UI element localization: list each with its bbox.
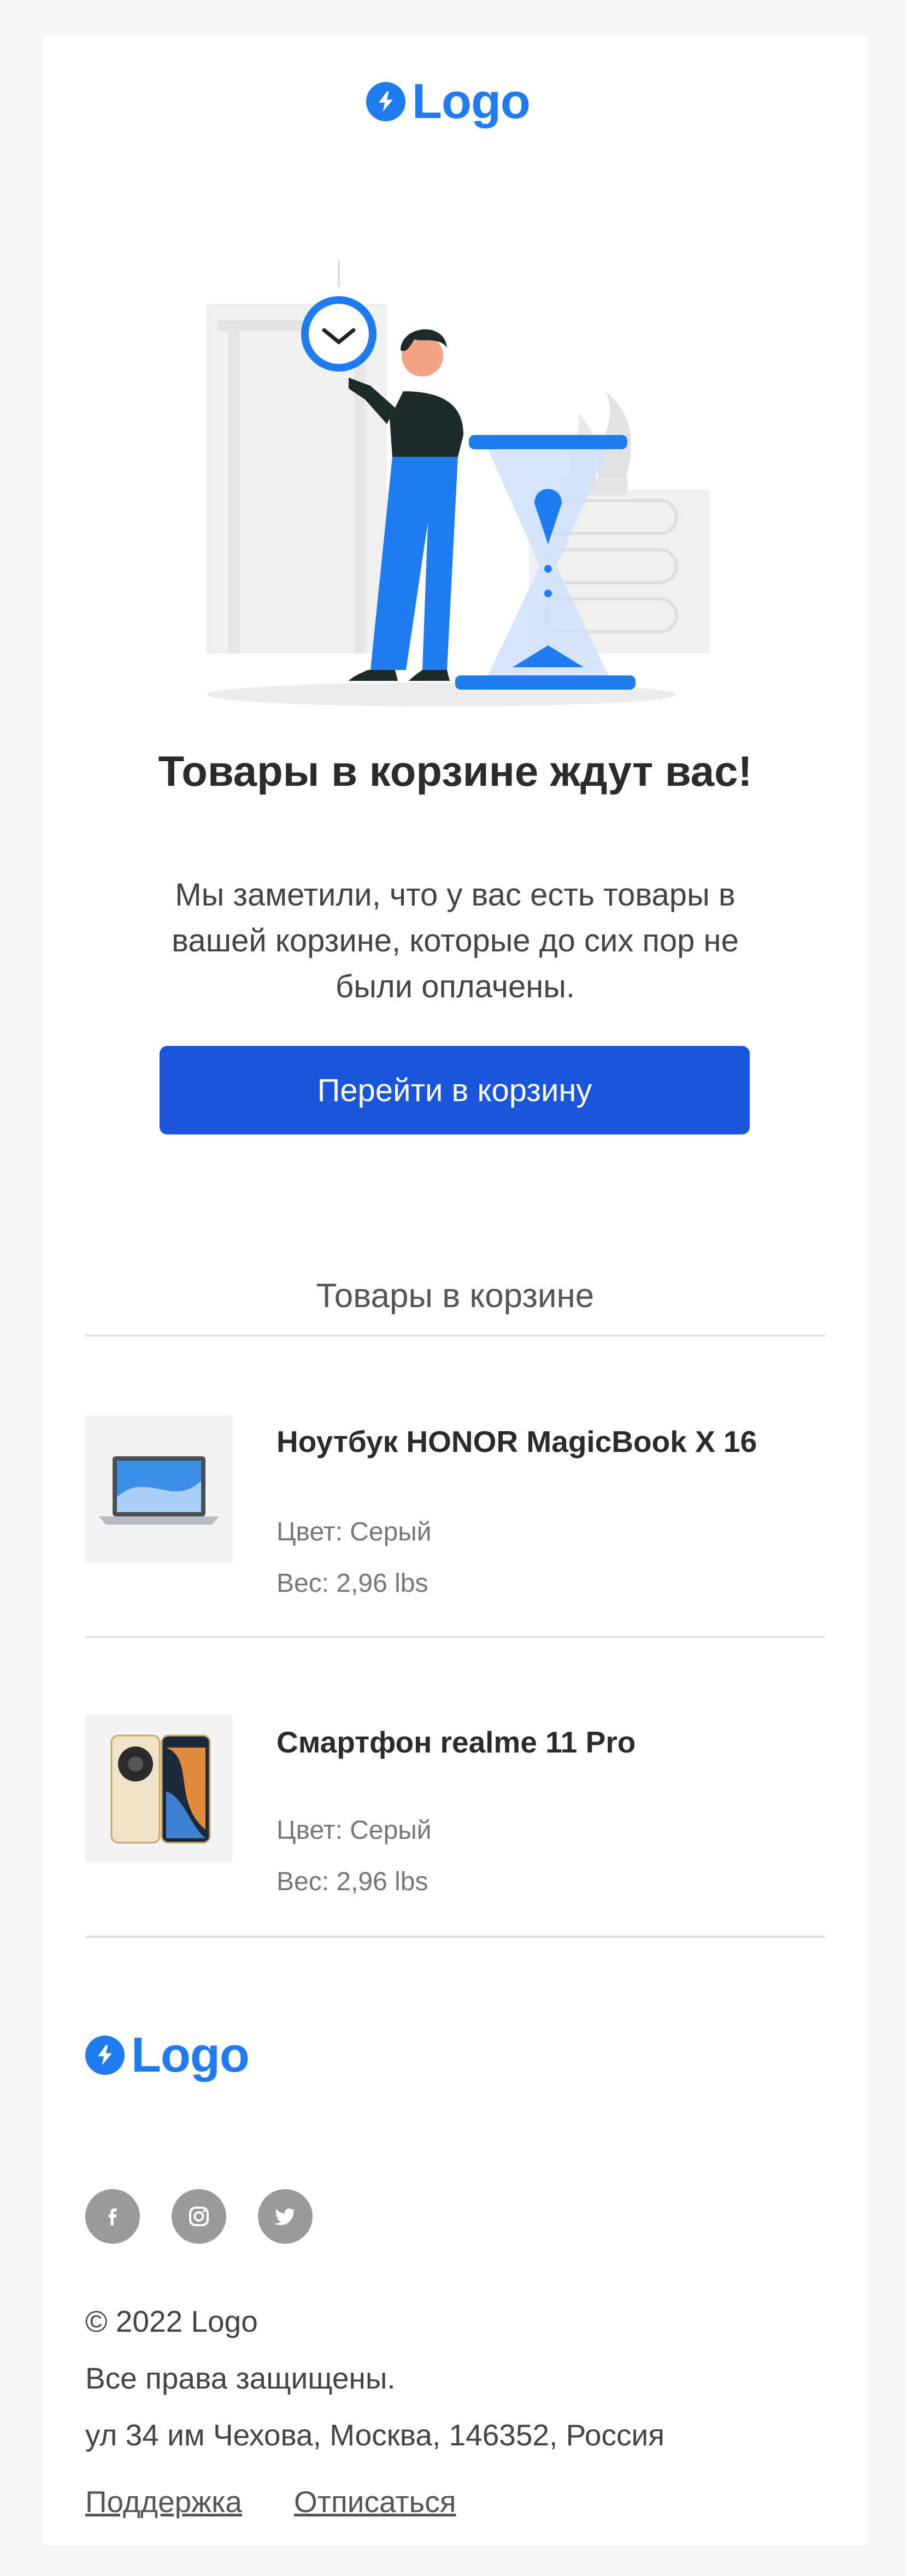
support-link[interactable]: Поддержка: [85, 2484, 242, 2519]
footer-logo[interactable]: Logo: [85, 2025, 250, 2085]
product-thumbnail-smartphone[interactable]: [85, 1715, 233, 1862]
rights-text: Все права защищены.: [85, 2361, 396, 2395]
product-color: Цвет: Серый: [276, 1816, 432, 1845]
product-weight: Вес: 2,96 lbs: [276, 1867, 428, 1896]
instagram-icon[interactable]: [172, 2189, 226, 2244]
lightning-bolt-icon: [366, 82, 405, 121]
product-weight: Вес: 2,96 lbs: [276, 1569, 428, 1598]
copyright: © 2022 Logo: [85, 2304, 258, 2338]
product-thumbnail-laptop[interactable]: [85, 1415, 233, 1563]
lightning-bolt-icon: [85, 2036, 125, 2075]
go-to-cart-button[interactable]: Перейти в корзину: [160, 1046, 750, 1134]
product-name[interactable]: Ноутбук HONOR MagicBook X 16: [276, 1424, 757, 1459]
laptop-image: [99, 1456, 219, 1525]
email-card: Logo Товары в корзине ждут вас! Мы замет…: [43, 36, 868, 2545]
hero-illustration: [207, 260, 731, 714]
divider: [85, 1636, 825, 1638]
headline: Товары в корзине ждут вас!: [158, 747, 752, 795]
logo-text: Logo: [131, 2028, 250, 2083]
header-logo[interactable]: Logo: [366, 74, 531, 129]
logo-text: Logo: [412, 74, 531, 129]
cart-section-title: Товары в корзине: [316, 1277, 595, 1315]
twitter-icon[interactable]: [258, 2189, 313, 2244]
divider: [85, 1334, 825, 1337]
address: ул 34 им Чехова, Москва, 146352, Россия: [85, 2418, 664, 2452]
divider: [85, 1936, 825, 1938]
lead-text: Мы заметили, что у вас есть товары в ваш…: [172, 877, 739, 1004]
unsubscribe-link[interactable]: Отписаться: [294, 2484, 456, 2519]
facebook-icon[interactable]: [85, 2189, 140, 2244]
smartphone-image: [110, 1734, 211, 1844]
product-color: Цвет: Серый: [276, 1518, 432, 1546]
product-name[interactable]: Смартфон realme 11 Pro: [276, 1725, 636, 1760]
